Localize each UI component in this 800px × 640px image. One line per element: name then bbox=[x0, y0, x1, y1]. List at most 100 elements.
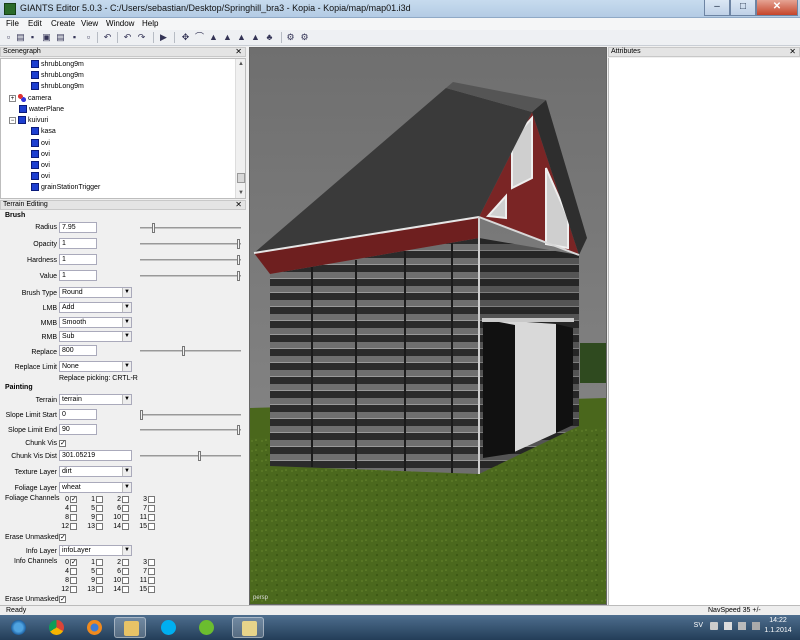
info-channel-checkbox[interactable] bbox=[96, 568, 103, 575]
reload-icon[interactable]: ↶ bbox=[102, 32, 113, 43]
info-channel-checkbox[interactable] bbox=[148, 586, 155, 593]
radius-input[interactable]: 7.95 bbox=[59, 222, 97, 233]
menu-file[interactable]: File bbox=[6, 19, 19, 28]
chunk-vis-dist-slider[interactable] bbox=[140, 451, 241, 461]
menu-edit[interactable]: Edit bbox=[28, 19, 42, 28]
slope-limit-start-input[interactable]: 0 bbox=[59, 409, 97, 420]
move-tool-icon[interactable]: ✥ bbox=[180, 32, 191, 43]
info-channel-checkbox[interactable] bbox=[148, 568, 155, 575]
taskbar-firefox[interactable] bbox=[78, 617, 110, 638]
minimize-button[interactable]: – bbox=[704, 0, 730, 16]
scroll-down-icon[interactable]: ▼ bbox=[236, 188, 246, 198]
network-icon[interactable] bbox=[738, 622, 746, 630]
3d-viewport[interactable]: persp bbox=[249, 47, 607, 605]
scroll-thumb[interactable] bbox=[237, 173, 245, 183]
scenegraph-scrollbar[interactable]: ▲ ▼ bbox=[235, 59, 245, 198]
foliage-channel-checkbox[interactable] bbox=[122, 505, 129, 512]
texture-layer-select[interactable]: dirt ▼ bbox=[59, 466, 132, 477]
foliage-channel-checkbox[interactable] bbox=[70, 514, 77, 521]
slope-limit-start-slider[interactable] bbox=[140, 410, 241, 420]
terrain-paint-icon[interactable]: ▲ bbox=[222, 32, 233, 43]
terrain-select[interactable]: terrain ▼ bbox=[59, 394, 132, 405]
import-icon[interactable]: ▣ bbox=[41, 32, 52, 43]
info-channel-checkbox[interactable] bbox=[148, 577, 155, 584]
tray-icon[interactable] bbox=[710, 622, 718, 630]
info-layer-icon[interactable]: ▲ bbox=[250, 32, 261, 43]
close-button[interactable]: ✕ bbox=[756, 0, 798, 16]
collapse-icon[interactable]: − bbox=[9, 116, 16, 124]
language-indicator[interactable]: SV bbox=[694, 622, 703, 629]
menu-window[interactable]: Window bbox=[106, 19, 134, 28]
opacity-input[interactable]: 1 bbox=[59, 238, 97, 249]
info-layer-select[interactable]: infoLayer ▼ bbox=[59, 545, 132, 556]
terrain-editing-close-icon[interactable]: ✕ bbox=[235, 201, 242, 209]
brush-type-select[interactable]: Round ▼ bbox=[59, 287, 132, 298]
slope-limit-end-slider[interactable] bbox=[140, 425, 241, 435]
tree-item[interactable]: kasa bbox=[31, 127, 56, 137]
clock-date[interactable]: 1.1.2014 bbox=[762, 627, 794, 634]
replace-input[interactable]: 800 bbox=[59, 345, 97, 356]
erase-unmasked-checkbox[interactable]: ✓ bbox=[59, 534, 66, 541]
tree-item[interactable]: shrubLong9m bbox=[31, 82, 84, 92]
rotate-tool-icon[interactable]: ⌒ bbox=[194, 32, 205, 43]
scenegraph-close-icon[interactable]: ✕ bbox=[235, 48, 242, 56]
foliage-channel-checkbox[interactable] bbox=[96, 505, 103, 512]
value-slider[interactable] bbox=[140, 271, 241, 281]
plant-icon[interactable]: ♣ bbox=[264, 32, 275, 43]
info-channel-checkbox[interactable] bbox=[96, 559, 103, 566]
replace-slider-knob[interactable] bbox=[182, 346, 185, 356]
foliage-channel-checkbox[interactable] bbox=[96, 496, 103, 503]
expand-icon[interactable]: + bbox=[9, 94, 16, 102]
slope-limit-end-input[interactable]: 90 bbox=[59, 424, 97, 435]
settings-icon[interactable]: ⚙ bbox=[285, 32, 296, 43]
tree-item[interactable]: ovi bbox=[31, 150, 50, 160]
volume-icon[interactable] bbox=[752, 622, 760, 630]
foliage-channel-checkbox[interactable] bbox=[96, 523, 103, 530]
foliage-layer-select[interactable]: wheat ▼ bbox=[59, 482, 132, 493]
chunk-vis-dist-knob[interactable] bbox=[198, 451, 201, 461]
info-channel-checkbox[interactable] bbox=[96, 577, 103, 584]
info-channel-checkbox[interactable] bbox=[96, 586, 103, 593]
chunk-vis-dist-input[interactable]: 301.05219 bbox=[59, 450, 132, 461]
tree-item[interactable]: shrubLong9m bbox=[31, 60, 84, 70]
radius-slider-knob[interactable] bbox=[152, 223, 155, 233]
tree-item[interactable]: grainStationTrigger bbox=[31, 183, 100, 193]
foliage-channel-checkbox[interactable] bbox=[148, 505, 155, 512]
foliage-channel-checkbox[interactable] bbox=[122, 514, 129, 521]
redo-icon[interactable]: ↷ bbox=[136, 32, 147, 43]
value-slider-knob[interactable] bbox=[237, 271, 240, 281]
play-icon[interactable]: ▶ bbox=[158, 32, 169, 43]
menu-help[interactable]: Help bbox=[142, 19, 158, 28]
foliage-channel-checkbox[interactable] bbox=[122, 523, 129, 530]
info-channel-checkbox[interactable] bbox=[122, 577, 129, 584]
foliage-channel-checkbox[interactable] bbox=[96, 514, 103, 521]
replace-limit-select[interactable]: None ▼ bbox=[59, 361, 132, 372]
replace-slider[interactable] bbox=[140, 346, 241, 356]
open-icon[interactable]: ▤ bbox=[15, 32, 26, 43]
maximize-button[interactable]: □ bbox=[730, 0, 756, 16]
tools-icon[interactable]: ⚙ bbox=[299, 32, 310, 43]
slope-limit-start-knob[interactable] bbox=[140, 410, 143, 420]
taskbar-skype[interactable] bbox=[152, 617, 184, 638]
rmb-select[interactable]: Sub ▼ bbox=[59, 331, 132, 342]
taskbar-chrome[interactable] bbox=[40, 617, 72, 638]
tree-item[interactable]: ovi bbox=[31, 172, 50, 182]
save-icon[interactable]: ▪ bbox=[27, 32, 38, 43]
new-icon[interactable]: ▫ bbox=[3, 32, 14, 43]
erase-unmasked-2-checkbox[interactable]: ✓ bbox=[59, 596, 66, 603]
foliage-channel-checkbox[interactable] bbox=[70, 523, 77, 530]
hardness-input[interactable]: 1 bbox=[59, 254, 97, 265]
foliage-channel-checkbox[interactable] bbox=[122, 496, 129, 503]
radius-slider[interactable] bbox=[140, 223, 241, 233]
mmb-select[interactable]: Smooth ▼ bbox=[59, 317, 132, 328]
info-channel-checkbox[interactable] bbox=[70, 568, 77, 575]
foliage-channel-checkbox[interactable] bbox=[148, 496, 155, 503]
clock-time[interactable]: 14:22 bbox=[762, 617, 794, 624]
save-all-icon[interactable]: ▪ bbox=[69, 32, 80, 43]
export-icon[interactable]: ▤ bbox=[55, 32, 66, 43]
hardness-slider-knob[interactable] bbox=[237, 255, 240, 265]
tree-item[interactable]: − kuivuri bbox=[9, 116, 48, 126]
info-channel-checkbox[interactable] bbox=[122, 559, 129, 566]
value-input[interactable]: 1 bbox=[59, 270, 97, 281]
start-button[interactable] bbox=[2, 617, 34, 638]
